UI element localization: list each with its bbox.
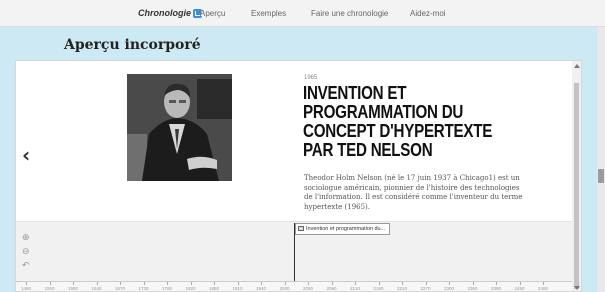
- zoom-out-icon[interactable]: ⊖: [22, 247, 30, 257]
- timeline-tick-label: 1760: [161, 286, 173, 291]
- back-to-start-icon[interactable]: ↶: [22, 261, 30, 271]
- nav-link-exemples[interactable]: Exemples: [251, 9, 286, 18]
- timeline-tick: [190, 282, 192, 285]
- timeline-tick: [49, 282, 51, 285]
- timeline-tick-label: 1850: [208, 286, 220, 291]
- timeline-tick-label: 2000: [279, 286, 290, 291]
- embed-scrollbar-thumb[interactable]: [574, 83, 579, 289]
- timeline-tick-label: 1550: [44, 286, 55, 291]
- timeline-embed: ‹ 1965 INVENTION ET PROGRAMMATION DU CON…: [15, 60, 582, 292]
- previous-slide-button[interactable]: ‹: [22, 143, 30, 167]
- timeline-tick-label: 2030: [302, 286, 314, 291]
- timeline-tick-label: 1670: [114, 286, 126, 291]
- page-scrollbar[interactable]: [597, 27, 605, 292]
- embed-scrollbar[interactable]: [572, 61, 581, 291]
- timeline-tick: [96, 282, 98, 285]
- nav-link-aidez-moi[interactable]: Aidez-moi: [410, 9, 446, 18]
- timeline-tick-label: 1580: [67, 286, 79, 291]
- scroll-up-icon[interactable]: [574, 64, 580, 68]
- timeline-tick: [237, 282, 239, 285]
- timeline-tick: [214, 282, 215, 285]
- timeline-tick: [167, 282, 168, 285]
- timeline-tick-label: 2120: [349, 286, 361, 291]
- timeline-tick-label: 1730: [138, 286, 149, 291]
- timeline-tick: [261, 282, 262, 285]
- timeline-tick: [331, 282, 333, 285]
- timeline-tick: [449, 282, 450, 285]
- timeline-tick-label: 1820: [185, 286, 196, 291]
- brand-logo[interactable]: Chronologie: [138, 8, 202, 18]
- zoom-in-icon[interactable]: ⊕: [22, 233, 30, 243]
- brand-name: Chronologie: [138, 8, 191, 18]
- timeline-tick-label: 2360: [467, 286, 478, 291]
- timeline-tick: [543, 282, 544, 285]
- top-navigation-bar: Chronologie Aperçu Exemples Faire une ch…: [0, 0, 605, 27]
- timeline-tick-label: 2270: [420, 286, 431, 291]
- timeline-event-flag-label: Invention et programmation du...: [306, 226, 386, 232]
- scroll-down-icon[interactable]: [574, 286, 580, 290]
- timeline-tick: [519, 282, 521, 285]
- timeline-tick-label: 1490: [20, 286, 32, 291]
- timeline-tick-label: 2390: [490, 286, 502, 291]
- timeline-tick-label: 1910: [232, 286, 243, 291]
- page-scrollbar-thumb[interactable]: [598, 169, 604, 183]
- portrait-image: [127, 74, 232, 181]
- timeline-tick: [472, 282, 474, 285]
- slide-photo: [127, 74, 232, 181]
- timeline-tick-label: 2450: [514, 286, 525, 291]
- timeline-tick-label: 2300: [443, 286, 455, 291]
- timeline-tick: [425, 282, 427, 285]
- timeline-tick: [73, 282, 74, 285]
- timeline-tick-label: 2180: [373, 286, 384, 291]
- timeline-tick: [120, 282, 121, 285]
- timeline-tick-label: 2480: [537, 286, 549, 291]
- page-title: Aperçu incorporé: [64, 37, 201, 53]
- timeline-tick-label: 2210: [396, 286, 408, 291]
- timeline-tick: [284, 282, 286, 285]
- image-icon: [298, 226, 304, 231]
- timeline-tick: [496, 282, 497, 285]
- slide-description: Theodor Holm Nelson (né le 17 juin 1937 …: [304, 174, 523, 211]
- timeline-tick: [26, 282, 27, 285]
- timeline-tick-label: 2090: [326, 286, 337, 291]
- timeline-tick: [355, 282, 356, 285]
- timeline-tick: [378, 282, 380, 285]
- timeline-tick-label: 1640: [91, 286, 102, 291]
- timeline-tick-label: 1940: [255, 286, 267, 291]
- timeline-tick: [308, 282, 309, 285]
- slide-headline: INVENTION ET PROGRAMMATION DU CONCEPT D'…: [303, 82, 493, 160]
- nav-link-faire-chronologie[interactable]: Faire une chronologie: [311, 9, 388, 18]
- timeline-tick: [402, 282, 403, 285]
- timeline-tick: [143, 282, 145, 285]
- timeline-event-flag[interactable]: Invention et programmation du...: [295, 223, 390, 235]
- nav-link-apercu[interactable]: Aperçu: [200, 9, 225, 18]
- slide-date: 1965: [304, 75, 318, 81]
